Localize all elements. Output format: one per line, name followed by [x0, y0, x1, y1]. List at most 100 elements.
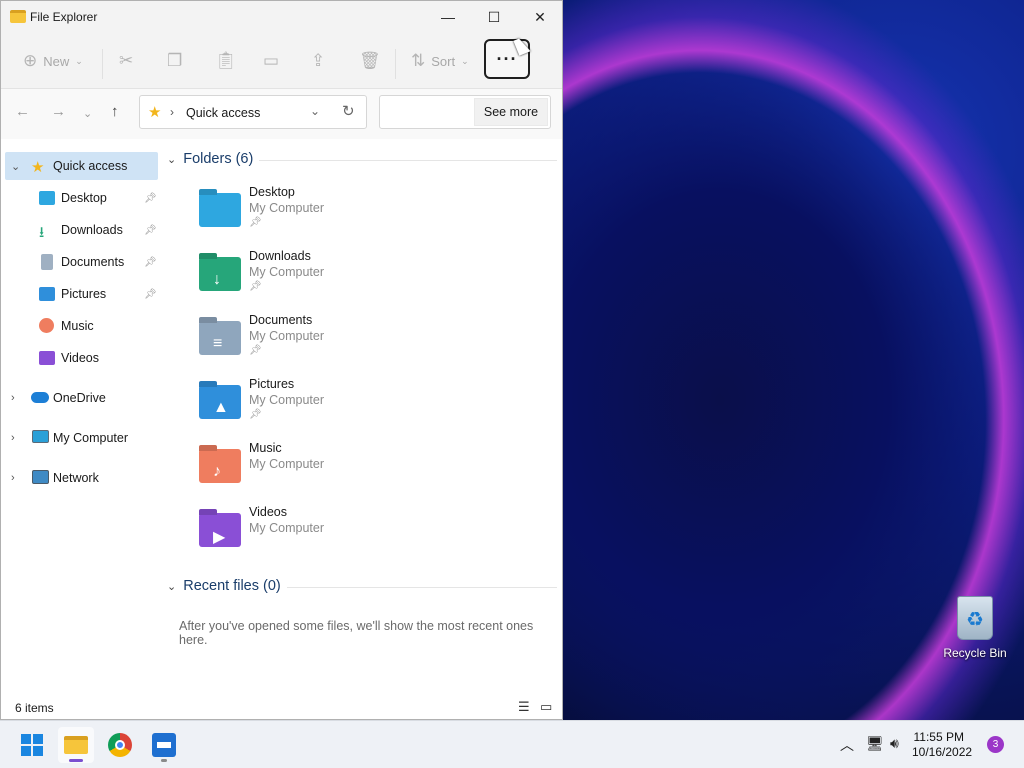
folders-group-title: Folders (6) — [183, 151, 254, 167]
sidebar-item-label: Desktop — [61, 191, 107, 205]
more-options-icon: ··· — [496, 48, 518, 69]
close-icon: ✕ — [534, 8, 546, 25]
title-bar[interactable]: File Explorer — ☐ ✕ — [1, 1, 562, 33]
details-view-icon[interactable]: ☰ — [518, 699, 530, 715]
arrow-up-icon: ↑ — [111, 103, 119, 120]
pin-icon[interactable]: 📌︎ — [144, 257, 157, 268]
window-title: File Explorer — [30, 10, 98, 24]
sidebar-item-label: Pictures — [61, 287, 107, 301]
network-status-icon[interactable]: 🖥︎ — [866, 735, 884, 752]
share-button[interactable]: ⇪ — [311, 51, 325, 71]
start-button[interactable] — [14, 727, 50, 763]
clock-time: 11:55 PM — [913, 730, 964, 744]
downloads-icon: ⭳ — [39, 224, 45, 241]
chevron-right-icon: › — [170, 105, 174, 119]
sidebar-item-documents[interactable]: Documents 📌︎ — [1, 248, 161, 276]
group-divider — [259, 160, 557, 161]
folders-group-header[interactable]: ⌄ Folders (6) — [167, 151, 253, 167]
windows-logo-icon — [21, 734, 43, 756]
clipboard-icon: 📋︎ — [215, 51, 237, 70]
address-bar[interactable]: ★ › Quick access ⌄ ↻ — [139, 95, 367, 129]
folder-item-music[interactable]: ♪ Music My Computer — [197, 441, 497, 501]
volume-icon[interactable]: 🔊︎ — [890, 735, 899, 752]
show-hidden-icons-chevron-up-icon[interactable]: ︿ — [840, 735, 854, 755]
rename-button[interactable]: ▭ — [263, 51, 279, 71]
share-icon: ⇪ — [311, 51, 326, 70]
sidebar-item-label: Network — [53, 471, 99, 485]
folder-location: My Computer — [249, 329, 325, 343]
recycle-bin-label: Recycle Bin — [943, 646, 1007, 660]
recent-files-group-header[interactable]: ⌄ Recent files (0) — [167, 578, 281, 594]
address-dropdown-icon[interactable]: ⌄ — [310, 104, 320, 118]
recent-locations-button[interactable]: ⌄ — [83, 107, 92, 120]
chevron-right-icon: › — [11, 472, 15, 484]
pin-icon[interactable]: 📌︎ — [144, 193, 157, 204]
videos-folder-icon: ▶ — [199, 513, 241, 547]
folder-item-videos[interactable]: ▶ Videos My Computer — [197, 505, 497, 565]
sidebar-item-quick-access[interactable]: ⌄ ★ Quick access — [5, 152, 158, 180]
sidebar-item-onedrive[interactable]: › OneDrive — [1, 384, 161, 412]
folder-location: My Computer — [249, 393, 325, 407]
search-box[interactable]: See more — [379, 95, 551, 129]
recycle-bin-icon — [957, 596, 993, 640]
forward-button[interactable]: → — [51, 103, 66, 120]
pin-icon[interactable]: 📌︎ — [144, 289, 157, 300]
delete-button[interactable]: 🗑︎ — [359, 51, 381, 71]
folder-item-downloads[interactable]: ↓ Downloads My Computer 📌︎ — [197, 249, 497, 309]
sidebar-item-label: My Computer — [53, 431, 129, 445]
folder-item-pictures[interactable]: ▲ Pictures My Computer 📌︎ — [197, 377, 497, 437]
folder-name: Pictures — [249, 377, 295, 391]
sidebar-item-label: Videos — [61, 351, 99, 365]
folder-location: My Computer — [249, 521, 325, 535]
pictures-icon — [39, 287, 55, 301]
pin-icon: 📌︎ — [249, 281, 262, 292]
documents-folder-icon: ≡ — [199, 321, 241, 355]
file-explorer-app-icon — [10, 10, 26, 23]
sidebar-item-videos[interactable]: Videos — [1, 344, 161, 372]
app-store-icon — [152, 733, 176, 757]
copy-button[interactable]: ❐ — [167, 51, 182, 71]
taskbar-app-store[interactable] — [146, 727, 182, 763]
recycle-bin-shortcut[interactable]: Recycle Bin — [940, 596, 1010, 660]
cut-button[interactable]: ✂ — [119, 51, 133, 71]
breadcrumb[interactable]: Quick access — [186, 106, 260, 120]
refresh-icon[interactable]: ↻ — [342, 102, 355, 120]
new-button[interactable]: ⊕ New ⌄ — [23, 51, 83, 71]
sort-button[interactable]: ⇅ Sort ⌄ — [411, 51, 469, 71]
back-button[interactable]: ← — [15, 103, 30, 120]
maximize-button[interactable]: ☐ — [471, 1, 517, 33]
navigation-pane: ⌄ ★ Quick access Desktop 📌︎ ⭳ Downloads … — [1, 151, 161, 696]
sidebar-item-network[interactable]: › Network — [1, 464, 161, 492]
pictures-folder-icon: ▲ — [199, 385, 241, 419]
folder-item-documents[interactable]: ≡ Documents My Computer 📌︎ — [197, 313, 497, 373]
music-note-icon: ♪ — [213, 463, 221, 480]
taskbar-chrome[interactable] — [102, 727, 138, 763]
star-icon: ★ — [148, 104, 162, 121]
clock[interactable]: 11:55 PM 10/16/2022 — [912, 730, 973, 760]
minimize-button[interactable]: — — [425, 1, 471, 33]
folder-item-desktop[interactable]: Desktop My Computer 📌︎ — [197, 185, 497, 245]
clock-date: 10/16/2022 — [912, 745, 973, 759]
folder-name: Videos — [249, 505, 287, 519]
notification-badge[interactable]: 3 — [987, 736, 1004, 753]
sidebar-item-my-computer[interactable]: › My Computer — [1, 424, 161, 452]
large-icons-view-icon[interactable]: ▭ — [540, 699, 552, 715]
folder-location: My Computer — [249, 201, 325, 215]
sidebar-item-desktop[interactable]: Desktop 📌︎ — [1, 184, 161, 212]
close-button[interactable]: ✕ — [517, 1, 563, 33]
up-button[interactable]: ↑ — [111, 103, 119, 120]
paste-button[interactable]: 📋︎ — [215, 51, 237, 71]
command-bar: ⊕ New ⌄ ✂ ❐ 📋︎ ▭ ⇪ 🗑︎ ⇅ Sort ⌄ ··· — [1, 33, 562, 89]
chevron-down-icon: ⌄ — [11, 160, 21, 173]
new-label: New — [43, 53, 70, 69]
item-count: 6 items — [15, 701, 54, 715]
pin-icon[interactable]: 📌︎ — [144, 225, 157, 236]
taskbar-file-explorer[interactable] — [58, 727, 94, 763]
chevron-right-icon: › — [11, 392, 15, 404]
sidebar-item-downloads[interactable]: ⭳ Downloads 📌︎ — [1, 216, 161, 244]
computer-icon — [32, 430, 49, 443]
sidebar-item-music[interactable]: Music — [1, 312, 161, 340]
sidebar-item-pictures[interactable]: Pictures 📌︎ — [1, 280, 161, 308]
minimize-icon: — — [441, 9, 455, 25]
folder-location: My Computer — [249, 457, 325, 471]
